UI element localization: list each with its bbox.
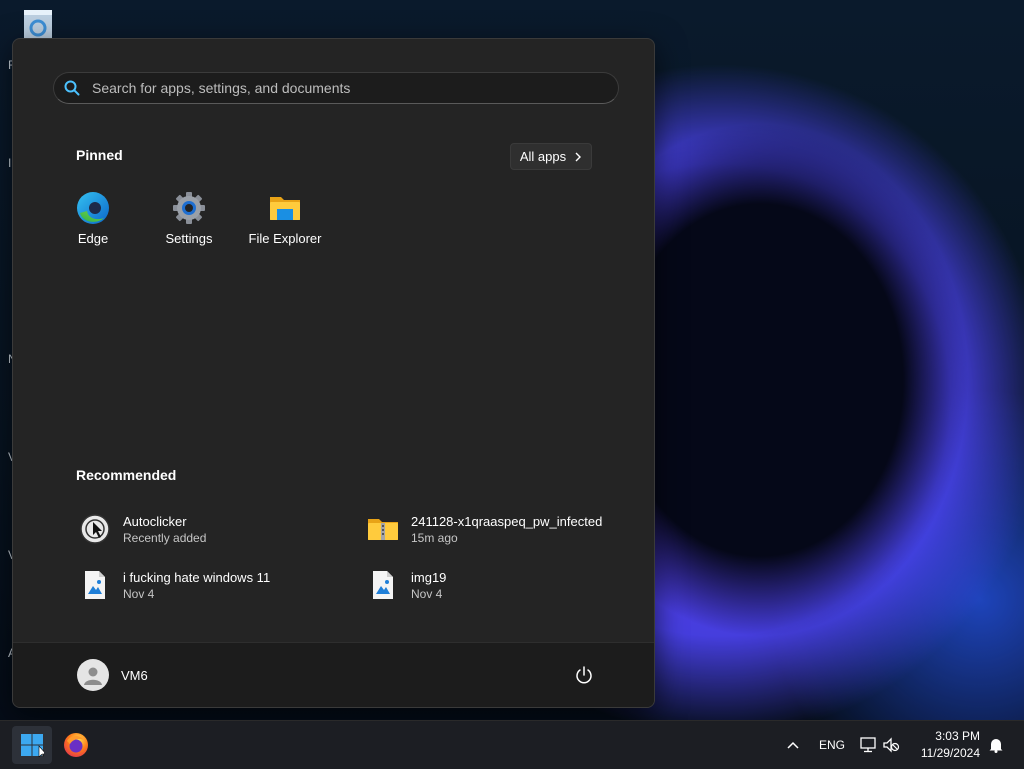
recommended-item-title: Autoclicker bbox=[123, 513, 187, 529]
pinned-app-edge[interactable]: Edge bbox=[48, 191, 138, 246]
recommended-item-subtitle: Nov 4 bbox=[411, 586, 443, 601]
start-menu-footer: VM6 bbox=[13, 642, 654, 707]
pinned-app-label: Edge bbox=[77, 231, 109, 246]
search-box[interactable] bbox=[53, 72, 619, 104]
avatar bbox=[77, 659, 109, 691]
recommended-item-title: i fucking hate windows 11 bbox=[123, 569, 271, 585]
pinned-app-file-explorer[interactable]: File Explorer bbox=[240, 191, 330, 246]
windows-logo-icon bbox=[21, 734, 44, 757]
recommended-item-subtitle: Recently added bbox=[123, 530, 207, 545]
firefox-icon bbox=[64, 733, 88, 757]
chevron-up-icon bbox=[787, 741, 799, 749]
network-volume-button[interactable] bbox=[860, 721, 900, 769]
recommended-title: Recommended bbox=[76, 467, 177, 483]
recommended-item-image-2[interactable]: img19 Nov 4 bbox=[363, 565, 633, 605]
recommended-item-title: img19 bbox=[411, 569, 447, 585]
clock-time: 3:03 PM bbox=[935, 729, 980, 743]
start-button[interactable] bbox=[12, 726, 52, 764]
notifications-button[interactable] bbox=[988, 721, 1004, 769]
pinned-app-label: Settings bbox=[165, 231, 213, 246]
image-file-icon bbox=[85, 571, 105, 599]
all-apps-label: All apps bbox=[519, 149, 567, 164]
recommended-item-subtitle: 15m ago bbox=[411, 530, 458, 545]
recommended-item-zip[interactable]: 241128-x1qraaspeq_pw_infected 15m ago bbox=[363, 509, 633, 549]
pinned-app-label: File Explorer bbox=[248, 231, 322, 246]
recycle-bin-icon[interactable] bbox=[18, 6, 58, 42]
recommended-item-image-1[interactable]: i fucking hate windows 11 Nov 4 bbox=[75, 565, 345, 605]
language-label: ENG bbox=[819, 738, 846, 752]
language-indicator[interactable]: ENG bbox=[819, 721, 845, 769]
user-icon bbox=[84, 667, 102, 685]
edge-icon bbox=[77, 192, 109, 224]
pinned-app-settings[interactable]: Settings bbox=[144, 191, 234, 246]
recommended-item-autoclicker[interactable]: Autoclicker Recently added bbox=[75, 509, 345, 549]
user-account-button[interactable]: VM6 bbox=[77, 659, 148, 691]
pinned-title: Pinned bbox=[76, 147, 123, 163]
autoclicker-icon bbox=[80, 514, 110, 544]
recommended-item-subtitle: Nov 4 bbox=[123, 586, 155, 601]
show-hidden-icons-button[interactable] bbox=[786, 721, 800, 769]
settings-gear-icon bbox=[173, 192, 205, 224]
all-apps-button[interactable]: All apps bbox=[510, 143, 592, 170]
bell-icon bbox=[989, 739, 1003, 753]
taskbar: ENG 3:03 PM 11/29/2024 bbox=[0, 720, 1024, 769]
power-icon[interactable] bbox=[574, 665, 594, 685]
image-file-icon bbox=[373, 571, 393, 599]
firefox-taskbar-button[interactable] bbox=[56, 726, 96, 764]
zip-folder-icon bbox=[368, 519, 398, 540]
folder-icon bbox=[270, 197, 300, 220]
network-icon bbox=[860, 737, 876, 753]
user-name: VM6 bbox=[121, 667, 148, 683]
volume-muted-icon bbox=[883, 737, 900, 753]
recommended-item-title: 241128-x1qraaspeq_pw_infected bbox=[411, 513, 603, 529]
start-menu: Pinned All apps Edge bbox=[12, 38, 655, 708]
search-icon bbox=[64, 80, 80, 96]
clock-date: 11/29/2024 bbox=[920, 746, 980, 760]
clock[interactable]: 3:03 PM 11/29/2024 bbox=[921, 728, 980, 762]
chevron-right-icon bbox=[575, 152, 582, 161]
desktop-label-fragment: I bbox=[8, 156, 12, 170]
search-input[interactable] bbox=[90, 79, 618, 97]
